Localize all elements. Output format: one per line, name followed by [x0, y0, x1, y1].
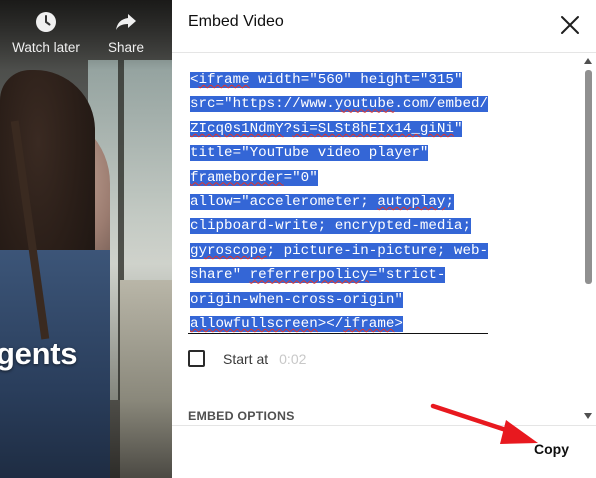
close-button[interactable]	[556, 11, 584, 39]
copy-button[interactable]: Copy	[534, 441, 569, 457]
code-line: ZIcq0s1NdmY?si=SLSt8hEIx14_giNi"	[188, 117, 488, 141]
watch-later-label: Watch later	[12, 40, 80, 55]
code-line-text: allowfullscreen></iframe>	[190, 316, 403, 333]
footer-divider	[172, 425, 596, 426]
embed-video-dialog: Embed Video <iframe width="560" height="…	[172, 0, 596, 478]
code-line-text: clipboard-write; encrypted-media;	[190, 218, 471, 235]
start-at-checkbox[interactable]	[188, 350, 205, 367]
clock-icon	[6, 10, 86, 34]
watch-later-button[interactable]: Watch later	[6, 10, 86, 55]
start-at-label: Start at	[223, 350, 269, 367]
dialog-title: Embed Video	[188, 13, 284, 30]
video-title-overlay: gents	[0, 336, 78, 371]
code-line: frameborder="0"	[188, 166, 488, 190]
code-line-text: origin-when-cross-origin"	[190, 291, 403, 308]
code-line: allow="accelerometer; autoplay;	[188, 190, 488, 214]
code-line-text: frameborder="0"	[190, 169, 318, 186]
code-line-text: src="https://www.youtube.com/embed/	[190, 96, 488, 113]
code-line-text: ZIcq0s1NdmY?si=SLSt8hEIx14_giNi"	[190, 120, 463, 137]
code-line-text: allow="accelerometer; autoplay;	[190, 194, 454, 211]
start-at-row: Start at 0:02	[188, 350, 306, 367]
scrollbar-thumb[interactable]	[585, 70, 592, 284]
scroll-up-arrow-icon[interactable]	[584, 58, 592, 64]
code-line-text: share" referrerpolicy="strict-	[190, 267, 446, 284]
embed-options-heading: EMBED OPTIONS	[188, 409, 295, 423]
header-divider	[172, 52, 596, 53]
share-label: Share	[107, 40, 145, 55]
video-frame-wall	[120, 280, 172, 478]
close-icon	[561, 16, 579, 34]
code-line-text: gyroscope; picture-in-picture; web-	[190, 242, 488, 259]
code-line: title="YouTube video player"	[188, 141, 488, 165]
code-line: <iframe width="560" height="315"	[188, 68, 488, 92]
code-line: allowfullscreen></iframe>	[188, 312, 488, 333]
code-line: gyroscope; picture-in-picture; web-	[188, 239, 488, 263]
start-at-time-input[interactable]: 0:02	[279, 351, 306, 367]
scroll-down-arrow-icon[interactable]	[584, 413, 592, 419]
share-button[interactable]: Share	[86, 10, 166, 55]
code-line: clipboard-write; encrypted-media;	[188, 214, 488, 238]
code-line: share" referrerpolicy="strict-	[188, 263, 488, 287]
video-thumbnail[interactable]: Watch later Share gents	[0, 0, 172, 478]
code-line: origin-when-cross-origin"	[188, 288, 488, 312]
code-line-text: <iframe width="560" height="315"	[190, 72, 463, 88]
code-line-text: title="YouTube video player"	[190, 145, 429, 162]
share-arrow-icon	[86, 10, 166, 34]
embed-code-textarea[interactable]: <iframe width="560" height="315" src="ht…	[188, 68, 488, 334]
code-line: src="https://www.youtube.com/embed/	[188, 92, 488, 116]
dialog-scrollbar[interactable]	[582, 56, 594, 422]
